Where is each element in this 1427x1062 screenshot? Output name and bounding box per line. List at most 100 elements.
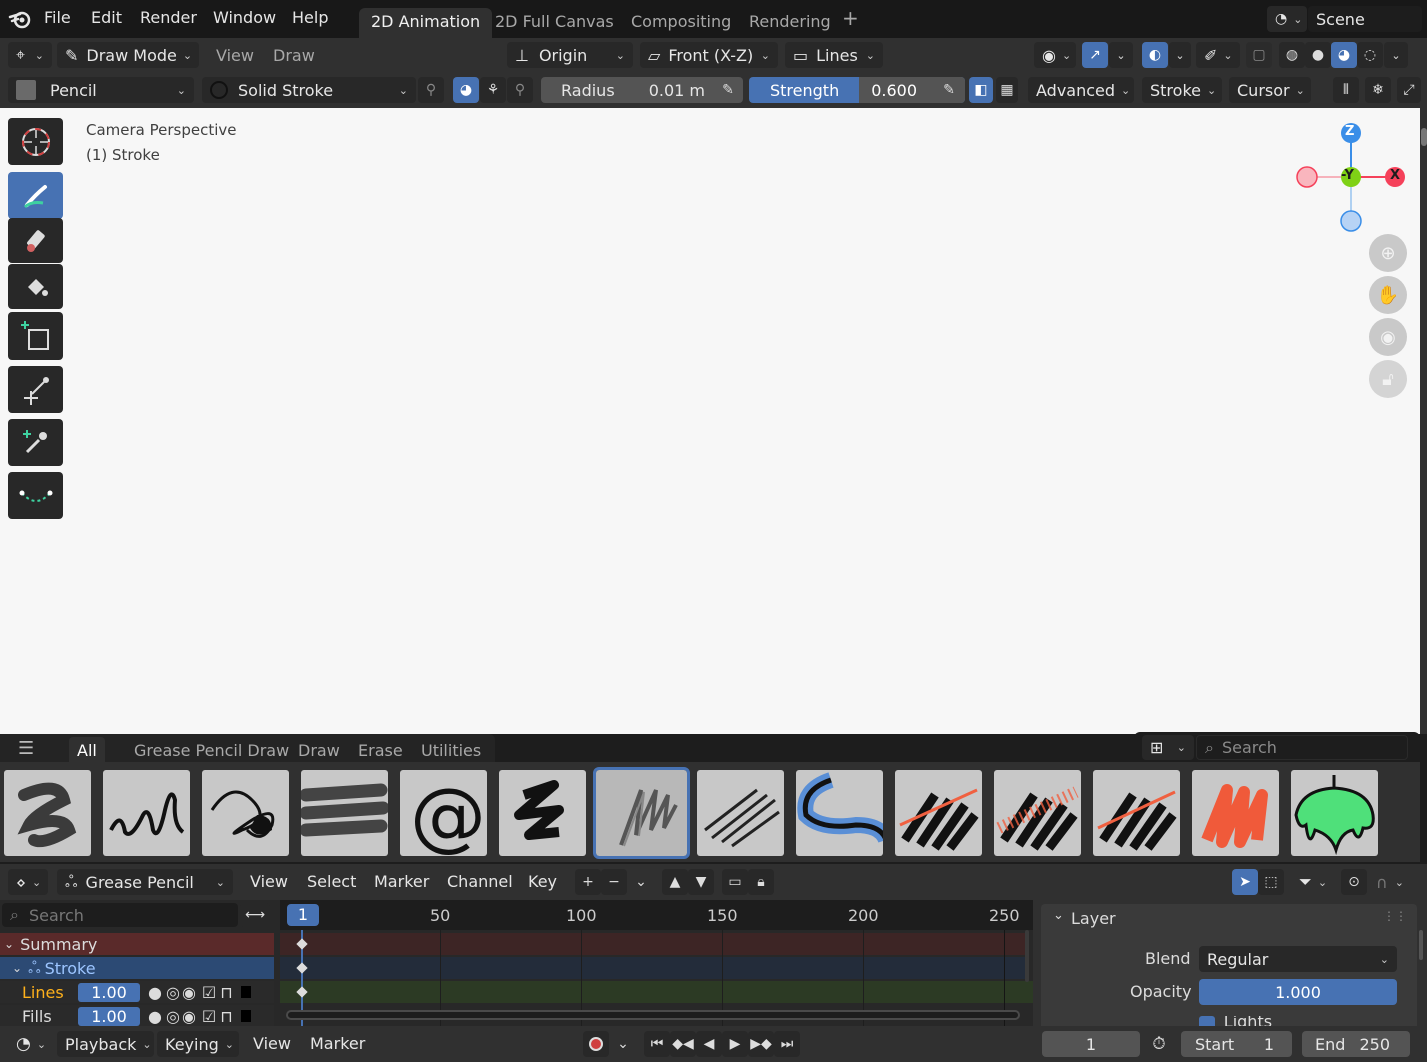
proportional-edit-toggle[interactable]: ⊙: [1341, 869, 1367, 895]
shading-solid[interactable]: ●: [1305, 42, 1331, 68]
object-row[interactable]: ⌄ ஃ Stroke: [0, 957, 274, 979]
brush-thumb-pen[interactable]: [499, 770, 586, 856]
tool-fill[interactable]: [8, 264, 63, 309]
tab-rendering[interactable]: Rendering: [737, 8, 843, 38]
lock-camera-button[interactable]: 🔓︎: [1369, 360, 1407, 398]
playhead-frame[interactable]: 1: [287, 904, 319, 926]
dot-icon[interactable]: ●: [148, 983, 162, 1002]
editor-type-button[interactable]: ⌖ ⌄: [8, 42, 52, 68]
mode-dropdown[interactable]: ✎ Draw Mode ⌄: [57, 42, 199, 68]
ds-menu-view[interactable]: View: [250, 872, 288, 891]
origin-dropdown[interactable]: ⊥ Origin ⌄: [507, 42, 633, 68]
scene-name-field[interactable]: Scene: [1308, 6, 1422, 32]
hamburger-icon[interactable]: ☰: [18, 738, 34, 759]
color-swatch-icon[interactable]: [240, 986, 251, 998]
brush-thumb-pencil[interactable]: [593, 767, 690, 859]
shelf-tab-utilities[interactable]: Utilities: [421, 741, 481, 760]
overlay-dropdown[interactable]: ⌄: [1169, 42, 1191, 68]
brush-thumb-erase-soft[interactable]: [994, 770, 1081, 856]
eye-icon[interactable]: ◉: [182, 1007, 196, 1026]
color-mode-vertex[interactable]: ⚘: [480, 77, 506, 103]
3d-viewport[interactable]: Camera Perspective (1) Stroke Z -Y X ⊕ ✋: [0, 108, 1420, 734]
onion-skin-icon[interactable]: ◎: [166, 983, 180, 1002]
tab-compositing[interactable]: Compositing: [619, 8, 743, 38]
remove-layer-button[interactable]: −: [601, 869, 627, 895]
play-reverse-button[interactable]: ◀: [696, 1031, 722, 1057]
brush-thumb-erase-point[interactable]: [1093, 770, 1180, 856]
brush-thumb-marker-chisel[interactable]: [301, 770, 388, 856]
overlay-toggle[interactable]: ◐: [1142, 42, 1168, 68]
brush-selector[interactable]: Pencil ⌄: [8, 77, 194, 103]
tool-erase[interactable]: [8, 218, 63, 263]
pin-material-button[interactable]: ⚲: [418, 77, 444, 103]
visibility-dropdown[interactable]: ◉ ⌄: [1034, 42, 1076, 68]
tool-transform[interactable]: [8, 366, 63, 413]
show-hidden-toggle[interactable]: ⬚: [1258, 869, 1284, 895]
menu-edit[interactable]: Edit: [91, 8, 122, 27]
layer-row-lines[interactable]: Lines 1.00 ● ◎ ◉ ☑ ⊓: [0, 981, 274, 1003]
advanced-dropdown[interactable]: Advanced ⌄: [1028, 77, 1134, 103]
menu-file[interactable]: File: [44, 8, 71, 27]
summary-row[interactable]: ⌄ Summary: [0, 933, 274, 955]
layer-opacity-field[interactable]: 1.00: [78, 982, 140, 1002]
shelf-tab-gp-draw[interactable]: Grease Pencil Draw: [134, 741, 289, 760]
gizmo-toggle[interactable]: ↗: [1082, 42, 1108, 68]
gp-overlay-dropdown[interactable]: ✐ ⌄: [1196, 42, 1240, 68]
jump-start-button[interactable]: ⏮: [644, 1031, 670, 1057]
brush-thumb-airbrush[interactable]: [4, 770, 91, 856]
sidebar-toggle-handle[interactable]: [1421, 128, 1427, 146]
blend-dropdown[interactable]: Regular ⌄: [1199, 946, 1397, 972]
frame-ruler[interactable]: [280, 900, 1033, 930]
layer-row-fills[interactable]: Fills 1.00 ● ◎ ◉ ☑ ⊓: [0, 1005, 274, 1027]
shelf-tab-erase[interactable]: Erase: [358, 741, 403, 760]
blender-logo-icon[interactable]: [8, 8, 32, 30]
menu-window[interactable]: Window: [213, 8, 276, 27]
add-layer-button[interactable]: +: [575, 869, 601, 895]
strength-pressure-toggle[interactable]: ✎: [936, 77, 962, 103]
record-button[interactable]: [583, 1031, 609, 1057]
playback-dropdown[interactable]: Playback ⌄: [57, 1031, 154, 1057]
layer-specials-dropdown[interactable]: ⌄: [628, 869, 654, 895]
color-mode-material[interactable]: ◕: [453, 77, 479, 103]
layer-opacity-field[interactable]: 1.00: [78, 1006, 140, 1026]
brush-thumb-tint[interactable]: [1192, 770, 1279, 856]
channel-search-input[interactable]: ⌕ Search: [2, 903, 238, 927]
eye-icon[interactable]: ◉: [182, 983, 196, 1002]
pin-brush-button[interactable]: ⚲: [507, 77, 533, 103]
stabilizer-toggle[interactable]: ◧: [969, 77, 993, 103]
channel-filter-toggle[interactable]: ⟷: [240, 903, 270, 927]
gizmo-dropdown[interactable]: ⌄: [1109, 42, 1133, 68]
display-size-dropdown[interactable]: ⊞ ⌄: [1142, 735, 1194, 760]
ds-menu-marker[interactable]: Marker: [374, 872, 429, 891]
current-frame-field[interactable]: 1: [1042, 1031, 1140, 1057]
shading-material[interactable]: ◕: [1331, 42, 1357, 68]
tool-cursor[interactable]: [8, 118, 63, 165]
camera-button[interactable]: ◉: [1369, 318, 1407, 356]
radius-field[interactable]: Radius 0.01 m: [541, 77, 743, 103]
opacity-slider[interactable]: 1.000: [1199, 979, 1397, 1005]
panel-scrollbar[interactable]: [1419, 930, 1423, 960]
tool-primitive[interactable]: [8, 312, 63, 360]
brush-thumb-fill[interactable]: [796, 770, 883, 856]
brush-thumb-marker-bold[interactable]: @: [400, 770, 487, 856]
ds-menu-select[interactable]: Select: [307, 872, 356, 891]
filter-dropdown[interactable]: ⏷ ⌄: [1291, 869, 1335, 895]
shading-dropdown[interactable]: ⌄: [1384, 42, 1408, 68]
drag-handle-icon[interactable]: ⋮⋮: [1383, 909, 1407, 923]
vertical-scrollbar[interactable]: [1025, 930, 1029, 982]
pan-button[interactable]: ✋: [1369, 276, 1407, 314]
shelf-tab-all[interactable]: All: [69, 737, 105, 762]
isolate-layer-button[interactable]: ▭: [722, 869, 748, 895]
scene-selector-button[interactable]: ◔ ⌄: [1267, 6, 1307, 32]
unlock-icon[interactable]: ⊓: [220, 1007, 232, 1026]
prev-keyframe-button[interactable]: ◆◀: [670, 1031, 696, 1057]
xray-toggle[interactable]: ▢: [1246, 42, 1272, 68]
shelf-tab-draw[interactable]: Draw: [298, 741, 340, 760]
brush-thumb-fill-slime[interactable]: [1291, 770, 1378, 856]
mirror-toggle[interactable]: ⦀: [1333, 77, 1359, 103]
add-workspace-icon[interactable]: +: [842, 6, 859, 30]
dopesheet-keyframes-area[interactable]: 50 100 150 200 250 1: [280, 900, 1033, 1026]
brush-thumb-ink-pen[interactable]: [103, 770, 190, 856]
layer-panel-header[interactable]: ⌄ Layer ⋮⋮: [1041, 904, 1417, 932]
tl-menu-view[interactable]: View: [253, 1034, 291, 1053]
